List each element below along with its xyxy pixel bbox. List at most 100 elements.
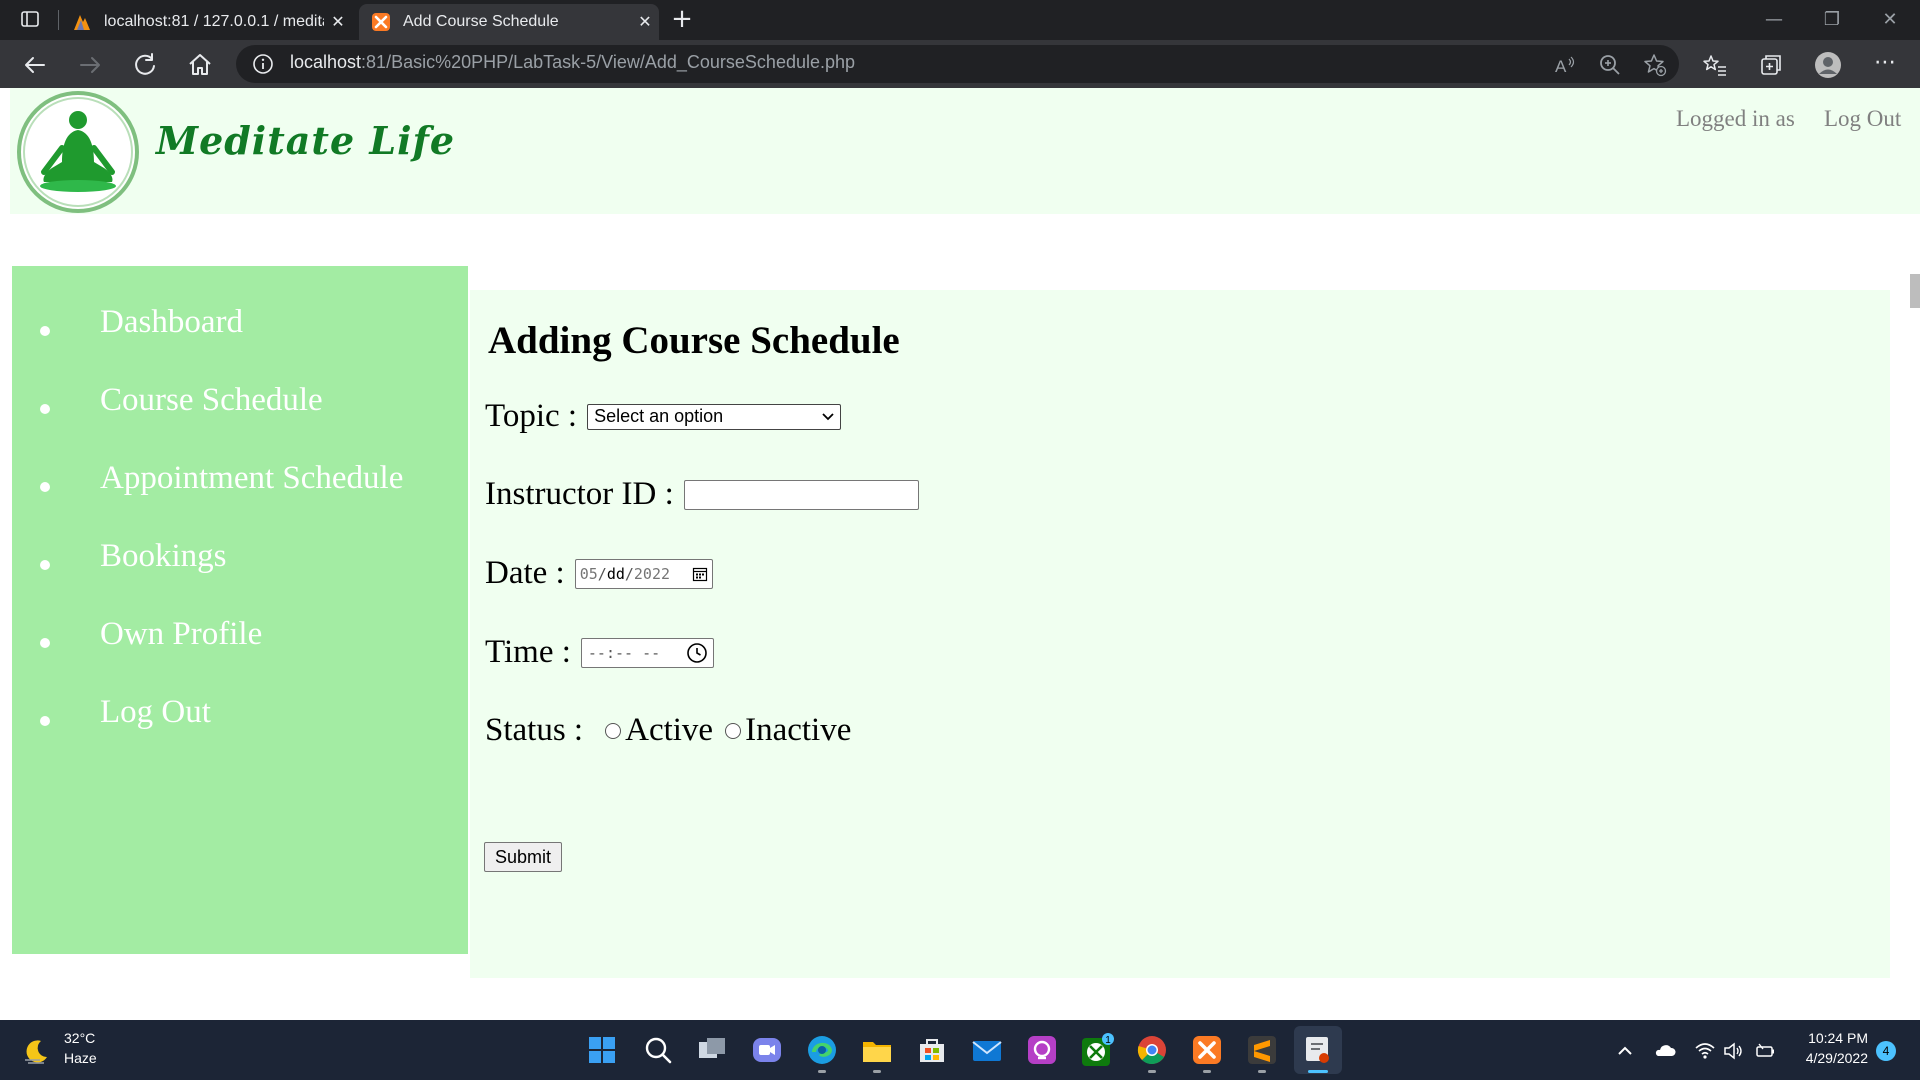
status-inactive-radio[interactable] (725, 722, 742, 739)
taskbar-clock[interactable]: 10:24 PM (1796, 1030, 1868, 1046)
brand-name: Meditate Life (156, 118, 456, 163)
status-active-label[interactable]: Active (625, 712, 713, 749)
time-label: Time : (485, 634, 571, 670)
onedrive-icon[interactable] (1654, 1040, 1676, 1062)
topic-row: Topic : Select an option (485, 398, 842, 435)
sublime-text-icon[interactable] (1244, 1032, 1280, 1068)
show-hidden-icons-icon[interactable] (1614, 1040, 1636, 1062)
instructor-row: Instructor ID : (485, 476, 919, 513)
url-text[interactable]: localhost:81/Basic%20PHP/LabTask-5/View/… (290, 52, 855, 73)
task-view-icon[interactable] (694, 1032, 730, 1068)
more-menu-icon[interactable]: ⋯ (1870, 50, 1900, 80)
date-label: Date : (485, 555, 565, 591)
web-page: Meditate Life Logged in as Log Out Dashb… (0, 88, 1920, 1020)
page-title: Adding Course Schedule (488, 319, 900, 362)
volume-icon[interactable] (1722, 1040, 1744, 1062)
url-host: localhost (290, 52, 362, 72)
notification-badge[interactable]: 4 (1876, 1041, 1896, 1061)
refresh-icon[interactable] (130, 50, 160, 80)
active-indicator (1308, 1070, 1328, 1073)
topic-selected-value: Select an option (594, 406, 724, 426)
tab-actions-icon[interactable] (20, 9, 40, 29)
header-logout-link[interactable]: Log Out (1824, 106, 1901, 132)
close-window-icon[interactable]: ✕ (1870, 8, 1910, 32)
sidebar-link-own-profile[interactable]: Own Profile (100, 616, 262, 653)
add-favorite-icon[interactable] (1642, 52, 1668, 78)
snipping-tool-icon[interactable] (1300, 1032, 1336, 1068)
date-year[interactable]: 2022 (634, 565, 670, 583)
instructor-id-input[interactable] (683, 479, 919, 510)
sidebar-link-course-schedule[interactable]: Course Schedule (100, 382, 323, 419)
photo-app-icon[interactable] (1024, 1032, 1060, 1068)
mail-icon[interactable] (969, 1032, 1005, 1068)
time-placeholder: --:-- -- (587, 643, 661, 662)
sidebar-link-appointment-schedule[interactable]: Appointment Schedule (100, 460, 403, 497)
submit-button[interactable]: Submit (484, 842, 563, 872)
running-indicator (1258, 1070, 1266, 1073)
edge-icon[interactable] (804, 1032, 840, 1068)
favorites-icon[interactable] (1700, 50, 1730, 80)
microsoft-store-icon[interactable] (914, 1032, 950, 1068)
weather-condition[interactable]: Haze (64, 1050, 97, 1066)
date-day[interactable]: dd (607, 565, 625, 583)
teams-chat-icon[interactable] (749, 1032, 785, 1068)
xampp-taskbar-icon[interactable] (1189, 1032, 1225, 1068)
sidebar-link-logout[interactable]: Log Out (100, 694, 211, 731)
restore-icon[interactable]: ❐ (1812, 8, 1852, 32)
status-label: Status : (485, 712, 584, 748)
tab-phpmyadmin[interactable]: localhost:81 / 127.0.0.1 / meditat ✕ (62, 4, 352, 40)
xbox-icon[interactable]: 1 (1079, 1032, 1115, 1068)
collections-icon[interactable] (1756, 50, 1786, 80)
running-indicator (1203, 1070, 1211, 1073)
profile-avatar-icon[interactable] (1813, 50, 1843, 80)
forward-icon[interactable] (75, 50, 105, 80)
read-aloud-icon[interactable]: A (1552, 52, 1578, 78)
wifi-icon[interactable] (1694, 1040, 1716, 1062)
svg-text:A: A (1555, 57, 1567, 76)
time-input[interactable]: --:-- -- (580, 637, 714, 668)
url-path: :81/Basic%20PHP/LabTask-5/View/Add_Cours… (361, 52, 856, 72)
weather-temperature[interactable]: 32°C (64, 1030, 95, 1046)
scrollbar-thumb[interactable] (1910, 274, 1920, 308)
close-tab-icon[interactable]: ✕ (324, 12, 352, 32)
date-row: Date : 05/dd/2022 (485, 555, 713, 592)
xampp-icon (372, 13, 390, 31)
taskbar-date[interactable]: 4/29/2022 (1786, 1050, 1868, 1066)
date-month[interactable]: 05 (580, 565, 598, 583)
bullet (40, 482, 50, 492)
tab-add-course-schedule[interactable]: Add Course Schedule ✕ (359, 4, 659, 40)
chrome-icon[interactable] (1134, 1032, 1170, 1068)
zoom-icon[interactable] (1597, 52, 1623, 78)
site-info-icon[interactable] (252, 53, 274, 75)
chevron-down-icon (822, 412, 834, 420)
battery-icon[interactable] (1754, 1040, 1776, 1062)
tab-title: Add Course Schedule (403, 13, 559, 30)
new-tab-icon[interactable]: + (668, 6, 696, 34)
calendar-icon[interactable] (692, 566, 708, 582)
file-explorer-icon[interactable] (859, 1032, 895, 1068)
search-icon[interactable] (640, 1032, 676, 1068)
clock-icon[interactable] (686, 642, 708, 664)
status-inactive-label[interactable]: Inactive (745, 712, 851, 749)
tab-title: localhost:81 / 127.0.0.1 / meditat (104, 13, 324, 30)
status-active-radio[interactable] (605, 722, 622, 739)
moon-haze-icon[interactable] (22, 1036, 52, 1066)
topic-label: Topic : (485, 398, 578, 434)
bullet (40, 326, 50, 336)
instructor-label: Instructor ID : (485, 476, 674, 512)
topic-select[interactable]: Select an option (587, 403, 842, 430)
running-indicator (1148, 1070, 1156, 1073)
bullet (40, 404, 50, 414)
minimize-icon[interactable]: — (1754, 8, 1794, 32)
xbox-badge-count: 1 (1105, 1035, 1111, 1046)
form-panel: Adding Course Schedule Topic : Select an… (470, 290, 1890, 978)
sidebar-nav: Dashboard Course Schedule Appointment Sc… (12, 266, 468, 954)
sidebar-link-dashboard[interactable]: Dashboard (100, 304, 243, 341)
back-icon[interactable] (20, 50, 50, 80)
date-input[interactable]: 05/dd/2022 (574, 558, 713, 589)
bullet (40, 638, 50, 648)
close-tab-icon[interactable]: ✕ (631, 12, 659, 32)
windows-start-icon[interactable] (584, 1032, 620, 1068)
home-icon[interactable] (185, 50, 215, 80)
sidebar-link-bookings[interactable]: Bookings (100, 538, 227, 575)
